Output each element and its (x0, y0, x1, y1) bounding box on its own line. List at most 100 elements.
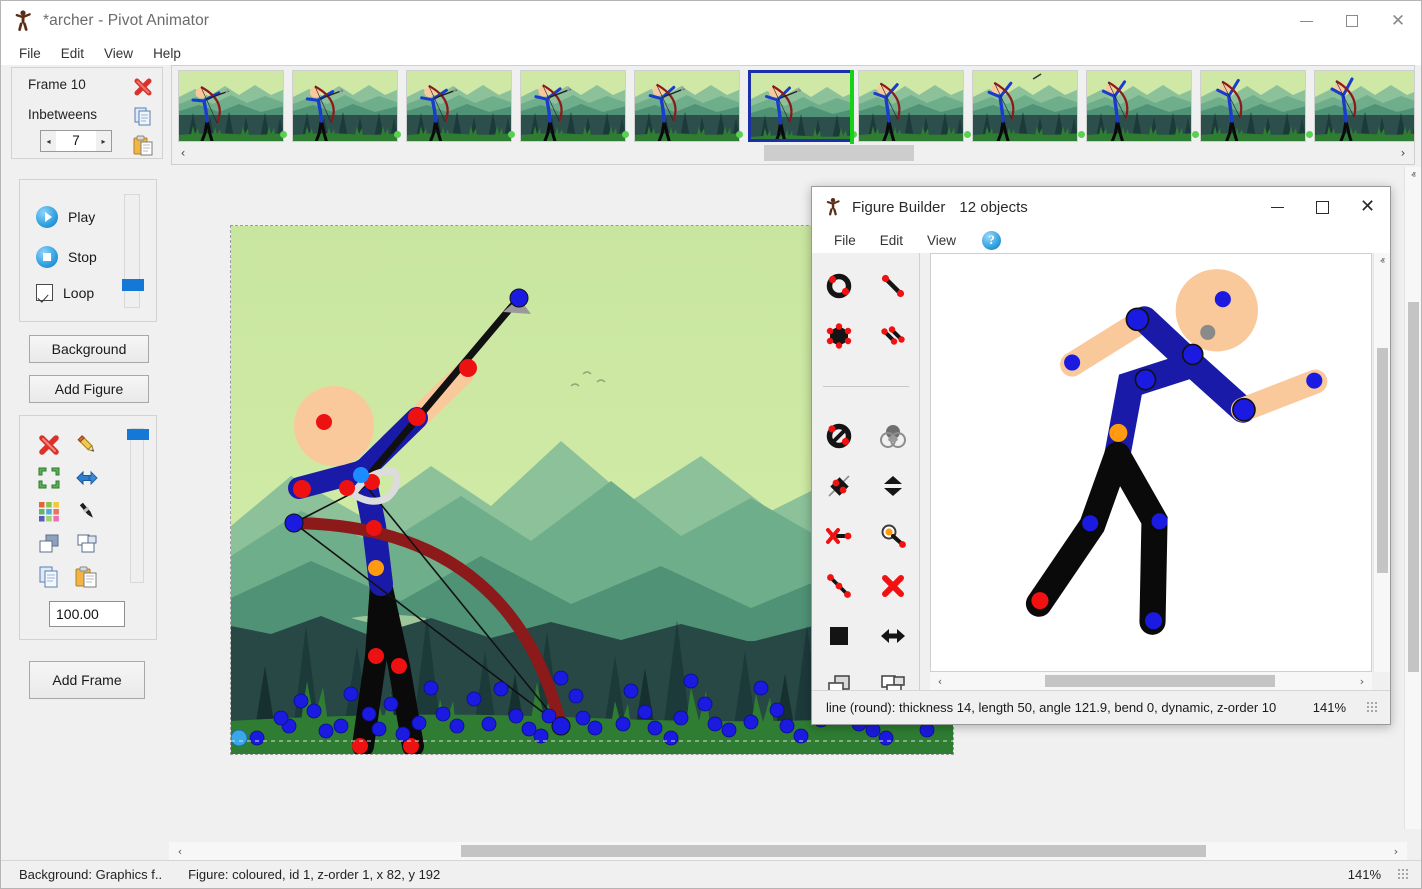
filmstrip-scroll-track[interactable] (194, 142, 1392, 164)
frame-thumbnail[interactable] (292, 70, 398, 142)
copy-icon[interactable] (37, 565, 61, 589)
scroll-right-button[interactable]: › (1385, 845, 1407, 858)
fb-scroll-down-button[interactable]: ⱟ (1374, 655, 1391, 672)
scroll-up-button[interactable]: ⱏ (1405, 167, 1422, 184)
frame-marker-dot (964, 131, 971, 138)
speed-slider-thumb[interactable] (122, 279, 144, 291)
frame-thumbnail[interactable] (1086, 70, 1192, 142)
filmstrip-scroll-right[interactable]: › (1392, 146, 1414, 160)
inbetweens-stepper[interactable]: ◂ 7 ▸ (40, 130, 112, 152)
canvas-vertical-scrollbar[interactable]: ⱏ ⱟ (1404, 167, 1421, 829)
add-point-icon[interactable] (824, 571, 854, 601)
application-window: *archer - Pivot Animator ✕ File Edit Vie… (0, 0, 1422, 889)
play-button[interactable]: Play (36, 206, 95, 228)
toggle-static-icon[interactable] (824, 421, 854, 451)
fb-menu-edit[interactable]: Edit (870, 231, 913, 250)
frame-thumbnail[interactable] (972, 70, 1078, 142)
figure-builder-vertical-scrollbar[interactable]: ⱏ ⱟ (1373, 253, 1390, 672)
resize-grip-icon[interactable] (1397, 868, 1411, 882)
pen-figure-icon[interactable] (75, 499, 99, 523)
fb-menu-file[interactable]: File (824, 231, 866, 250)
add-line-icon[interactable] (878, 271, 908, 301)
fb-hscroll-track[interactable] (950, 672, 1352, 690)
figure-scale-slider[interactable] (130, 428, 144, 583)
frame-thumbnail[interactable] (858, 70, 964, 142)
figure-builder-window[interactable]: Figure Builder 12 objects ✕ File Edit Vi… (811, 186, 1391, 725)
menu-file[interactable]: File (9, 44, 51, 63)
bring-front-icon[interactable] (37, 532, 61, 556)
delete-object-icon[interactable] (878, 571, 908, 601)
fb-hscroll-thumb[interactable] (1045, 675, 1275, 687)
fill-colour-icon[interactable] (878, 421, 908, 451)
frame-thumbnail[interactable] (520, 70, 626, 142)
background-button[interactable]: Background (29, 335, 149, 363)
maximize-icon (1316, 201, 1329, 214)
menu-edit[interactable]: Edit (51, 44, 94, 63)
filmstrip-scrollbar[interactable]: ‹ › (172, 142, 1414, 164)
fb-resize-grip-icon[interactable] (1366, 701, 1380, 715)
delete-point-icon[interactable] (824, 521, 854, 551)
canvas-hscroll-track[interactable] (191, 842, 1385, 860)
add-figure-button[interactable]: Add Figure (29, 375, 149, 403)
frame-thumbnail[interactable] (748, 70, 854, 142)
frame-thumbnail[interactable] (1200, 70, 1306, 142)
delete-frame-icon[interactable] (132, 76, 154, 98)
frame-filmstrip[interactable]: ‹ › (171, 65, 1415, 165)
frame-thumbnail[interactable] (634, 70, 740, 142)
add-polygon-icon[interactable] (824, 321, 854, 351)
add-circle-icon[interactable] (824, 271, 854, 301)
colour-swatch-icon[interactable] (824, 621, 854, 651)
close-button[interactable]: ✕ (1375, 1, 1421, 41)
figure-builder-toolbar (812, 253, 920, 690)
send-back-icon[interactable] (75, 532, 99, 556)
inbetweens-value[interactable]: 7 (56, 131, 96, 151)
paste-frame-icon[interactable] (132, 134, 154, 156)
help-icon[interactable]: ? (982, 231, 1001, 250)
flip-horizontal-icon[interactable] (878, 621, 908, 651)
flip-figure-icon[interactable] (75, 466, 99, 490)
frame-thumbnail[interactable] (178, 70, 284, 142)
fb-vscroll-thumb[interactable] (1377, 348, 1388, 573)
add-segmented-line-icon[interactable] (878, 321, 908, 351)
figure-builder-canvas[interactable] (930, 253, 1372, 672)
inbetweens-decrement[interactable]: ◂ (41, 131, 56, 151)
scale-point-icon[interactable] (878, 521, 908, 551)
canvas-horizontal-scrollbar[interactable]: ‹ › (169, 842, 1407, 860)
filmstrip-scroll-thumb[interactable] (764, 145, 914, 161)
scale-slider-thumb[interactable] (127, 429, 149, 440)
filmstrip-scroll-left[interactable]: ‹ (172, 146, 194, 160)
fb-menu-view[interactable]: View (917, 231, 966, 250)
frame-marker-dot (394, 131, 401, 138)
figure-builder-horizontal-scrollbar[interactable]: ‹ › (930, 672, 1372, 690)
fb-scroll-right-button[interactable]: › (1352, 675, 1372, 688)
fb-maximize-button[interactable] (1300, 187, 1345, 227)
menu-view[interactable]: View (94, 44, 143, 63)
move-updown-icon[interactable] (878, 471, 908, 501)
frame-thumbnail[interactable] (1314, 70, 1415, 142)
fb-minimize-button[interactable] (1255, 187, 1300, 227)
colour-figure-icon[interactable] (37, 499, 61, 523)
copy-frame-icon[interactable] (132, 105, 154, 127)
paste-icon[interactable] (75, 565, 99, 589)
frame-thumbnail[interactable] (406, 70, 512, 142)
edit-figure-icon[interactable] (75, 433, 99, 457)
add-frame-button[interactable]: Add Frame (29, 661, 145, 699)
canvas-vscroll-thumb[interactable] (1408, 302, 1419, 672)
split-segment-icon[interactable] (824, 471, 854, 501)
canvas-hscroll-thumb[interactable] (461, 845, 1206, 857)
loop-checkbox[interactable]: Loop (36, 284, 94, 301)
duplicate-figure-icon[interactable] (37, 466, 61, 490)
scale-input[interactable]: 100.00 (49, 601, 125, 627)
stop-button[interactable]: Stop (36, 246, 97, 268)
maximize-button[interactable] (1329, 1, 1375, 41)
scroll-down-button[interactable]: ⱟ (1405, 812, 1422, 829)
fb-close-button[interactable]: ✕ (1345, 187, 1390, 227)
inbetweens-increment[interactable]: ▸ (96, 131, 111, 151)
playback-speed-slider[interactable] (124, 194, 140, 308)
delete-figure-icon[interactable] (37, 433, 61, 457)
minimize-button[interactable] (1283, 1, 1329, 41)
fb-scroll-up-button[interactable]: ⱏ (1374, 253, 1391, 270)
scroll-left-button[interactable]: ‹ (169, 845, 191, 858)
fb-scroll-left-button[interactable]: ‹ (930, 675, 950, 688)
menu-help[interactable]: Help (143, 44, 191, 63)
